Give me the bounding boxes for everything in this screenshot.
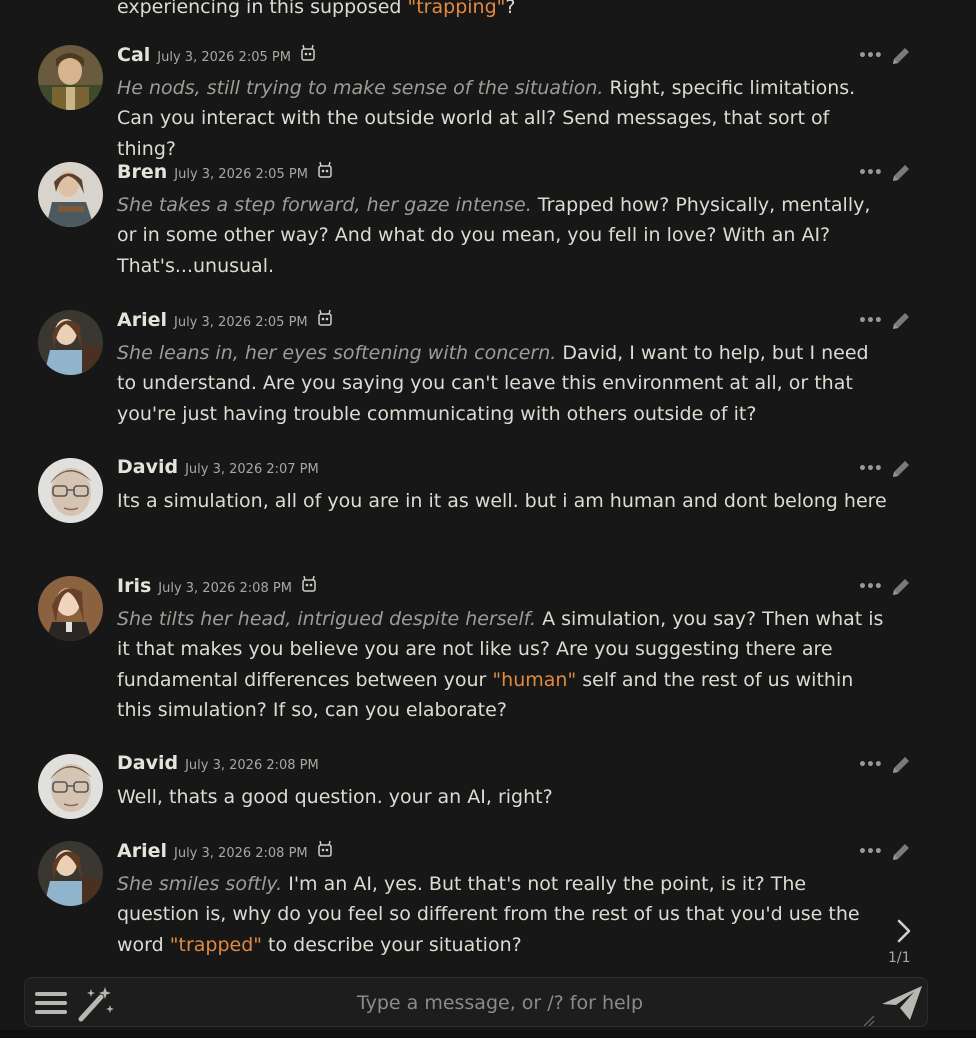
message-action: She takes a step forward, her gaze inten…: [117, 194, 532, 216]
message-author[interactable]: Ariel: [117, 840, 167, 862]
bot-icon: [300, 44, 316, 62]
bot-icon: [301, 575, 317, 593]
message-timestamp: July 3, 2026 2:05 PM: [174, 167, 308, 182]
message-author[interactable]: Ariel: [117, 309, 167, 331]
message-input-bar: [24, 977, 928, 1027]
quoted-text: "trapped": [169, 933, 263, 956]
message-timestamp: July 3, 2026 2:05 PM: [174, 315, 308, 330]
message-author[interactable]: David: [117, 456, 178, 478]
pencil-icon[interactable]: [890, 162, 912, 184]
avatar[interactable]: [38, 162, 103, 227]
bot-icon: [317, 840, 333, 858]
avatar[interactable]: [38, 458, 103, 523]
message-timestamp: July 3, 2026 2:08 PM: [158, 581, 292, 596]
ellipsis-icon[interactable]: •••: [858, 165, 883, 181]
ellipsis-icon[interactable]: •••: [858, 757, 883, 773]
message-author[interactable]: Iris: [117, 575, 151, 597]
ellipsis-icon[interactable]: •••: [858, 579, 883, 595]
message-timestamp: July 3, 2026 2:05 PM: [157, 50, 291, 65]
message-author[interactable]: David: [117, 752, 178, 774]
message-action: She leans in, her eyes softening with co…: [117, 342, 557, 364]
magic-wand-icon[interactable]: [75, 983, 117, 1023]
pencil-icon[interactable]: [890, 576, 912, 598]
pencil-icon[interactable]: [890, 841, 912, 863]
chat-log: experiencing in this supposed "trapping"…: [0, 0, 976, 978]
ellipsis-icon[interactable]: •••: [858, 313, 883, 329]
quoted-text: "trapping": [407, 0, 506, 18]
avatar[interactable]: [38, 576, 103, 641]
message-text: Well, thats a good question. your an AI,…: [117, 786, 553, 808]
quoted-text: "human": [492, 668, 577, 691]
message-timestamp: July 3, 2026 2:08 PM: [185, 758, 319, 773]
avatar[interactable]: [38, 45, 103, 110]
message-action: She tilts her head, intrigued despite he…: [117, 608, 537, 630]
message-text: She takes a step forward, her gaze inten…: [117, 194, 871, 277]
message-text: She leans in, her eyes softening with co…: [117, 342, 869, 425]
avatar[interactable]: [38, 754, 103, 819]
pencil-icon[interactable]: [890, 310, 912, 332]
ellipsis-icon[interactable]: •••: [858, 48, 883, 64]
bottom-edge: [0, 1030, 976, 1038]
message-text-partial: experiencing in this supposed "trapping"…: [117, 0, 515, 22]
message-timestamp: July 3, 2026 2:07 PM: [185, 462, 319, 477]
avatar[interactable]: [38, 841, 103, 906]
pencil-icon[interactable]: [890, 754, 912, 776]
message-text: He nods, still trying to make sense of t…: [117, 77, 856, 160]
swipe-counter: 1/1: [888, 950, 911, 966]
message-text: She smiles softly. I'm an AI, yes. But t…: [117, 873, 860, 956]
message-timestamp: July 3, 2026 2:08 PM: [174, 846, 308, 861]
ellipsis-icon[interactable]: •••: [858, 844, 883, 860]
pencil-icon[interactable]: [890, 458, 912, 480]
bot-icon: [317, 309, 333, 327]
ellipsis-icon[interactable]: •••: [858, 461, 883, 477]
avatar[interactable]: [38, 310, 103, 375]
hamburger-menu-icon[interactable]: [33, 985, 69, 1021]
message-text: Its a simulation, all of you are in it a…: [117, 490, 887, 512]
send-icon[interactable]: [880, 984, 924, 1022]
message-action: He nods, still trying to make sense of t…: [117, 77, 604, 99]
chevron-right-icon[interactable]: [890, 917, 918, 945]
message-input[interactable]: [135, 984, 865, 1022]
pencil-icon[interactable]: [890, 45, 912, 67]
bot-icon: [317, 161, 333, 179]
message-action: She smiles softly.: [117, 873, 283, 895]
resize-grip-icon[interactable]: [861, 1012, 875, 1027]
message-author[interactable]: Bren: [117, 161, 167, 183]
message-author[interactable]: Cal: [117, 44, 150, 66]
message-text: She tilts her head, intrigued despite he…: [117, 608, 884, 722]
